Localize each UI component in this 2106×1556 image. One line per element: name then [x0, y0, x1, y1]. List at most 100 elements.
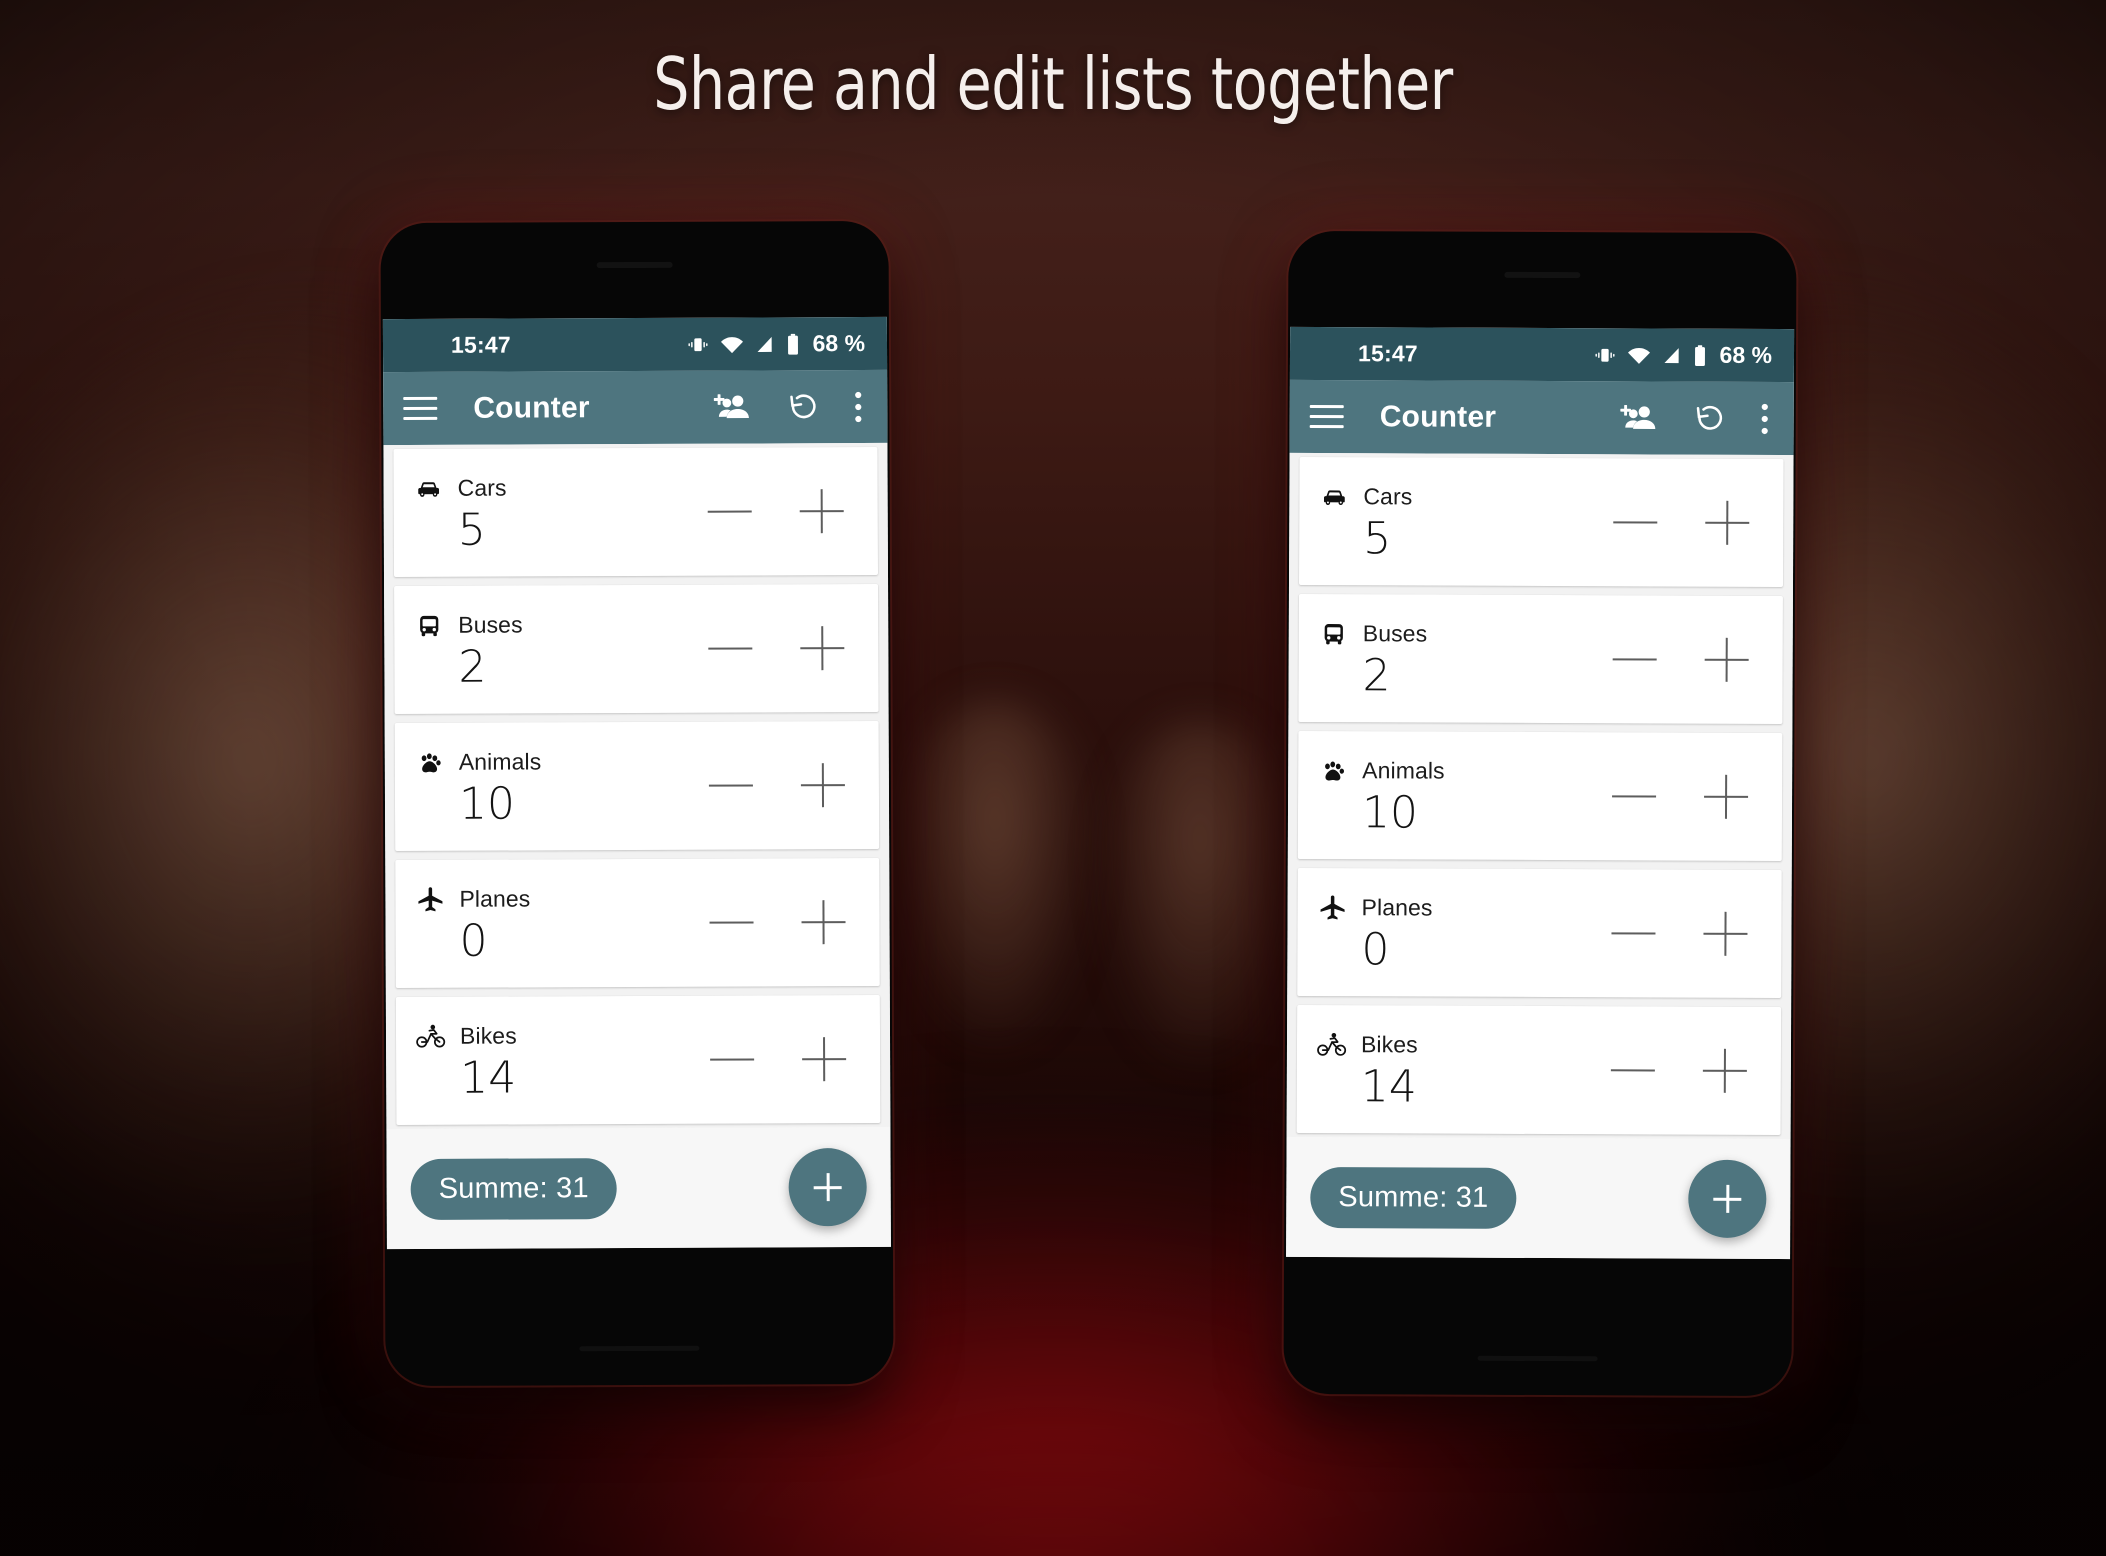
increment-button[interactable]: [798, 487, 846, 535]
decrement-button[interactable]: [1609, 909, 1657, 957]
bus-icon: [1319, 619, 1349, 649]
counter-controls: [707, 761, 861, 810]
counter-heading: Buses: [414, 608, 523, 642]
toolbar-actions: [713, 389, 867, 424]
hamburger-icon[interactable]: [403, 388, 443, 428]
status-bar: 15:47 68 %: [382, 316, 888, 373]
increment-button[interactable]: [1702, 773, 1750, 821]
counter-controls: [1609, 909, 1763, 958]
counter-card[interactable]: Buses 2: [1298, 593, 1783, 725]
increment-button[interactable]: [800, 1035, 848, 1083]
decrement-button[interactable]: [1609, 1046, 1657, 1094]
decrement-button[interactable]: [707, 761, 755, 809]
counter-heading: Bikes: [416, 1019, 517, 1053]
sum-chip[interactable]: Summe: 31: [410, 1157, 617, 1220]
paw-icon: [415, 748, 445, 778]
app-title: Counter: [1379, 399, 1497, 434]
wifi-icon: [1627, 345, 1651, 365]
counter-card[interactable]: Animals 10: [394, 720, 880, 852]
app-toolbar: Counter: [1289, 379, 1794, 456]
increment-button[interactable]: [798, 624, 846, 672]
counter-card[interactable]: Planes 0: [1297, 867, 1782, 999]
decrement-button[interactable]: [706, 487, 754, 535]
counter-label: Bikes: [1360, 1031, 1418, 1058]
counter-card[interactable]: Buses 2: [394, 583, 879, 715]
decrement-button[interactable]: [707, 898, 755, 946]
sum-chip[interactable]: Summe: 31: [1310, 1166, 1517, 1229]
counter-card[interactable]: Bikes 14: [1296, 1004, 1782, 1136]
bottom-bar: Summe: 31: [1286, 1136, 1791, 1260]
add-counter-fab[interactable]: [1688, 1159, 1767, 1238]
decrement-button[interactable]: [708, 1035, 756, 1083]
counter-value: 14: [460, 1052, 517, 1104]
status-icons: 68 %: [1594, 341, 1772, 369]
reset-icon[interactable]: [1694, 402, 1726, 434]
vibrate-icon: [1594, 344, 1616, 366]
counter-label: Buses: [458, 611, 523, 638]
increment-button[interactable]: [799, 761, 847, 809]
counter-list: Cars 5 Buses 2 Animals 10 Planes 0 Bikes…: [383, 442, 891, 1130]
counter-info: Animals 10: [1318, 754, 1445, 839]
counter-card[interactable]: Planes 0: [395, 857, 880, 989]
counter-heading: Animals: [415, 745, 542, 780]
signal-icon: [755, 334, 775, 354]
promo-screenshot: Share and edit lists together 15:47 68 %…: [0, 0, 2106, 1556]
counter-heading: Animals: [1318, 754, 1445, 789]
add-counter-fab[interactable]: [788, 1148, 867, 1227]
phone-left-screen: 15:47 68 % Counter Cars 5 Buses 2 Animal…: [382, 316, 891, 1250]
overflow-menu-icon[interactable]: [853, 390, 863, 424]
counter-card[interactable]: Cars 5: [1298, 456, 1784, 588]
counter-info: Cars 5: [414, 471, 507, 555]
increment-button[interactable]: [1703, 636, 1751, 684]
overflow-menu-icon[interactable]: [1760, 401, 1770, 435]
counter-controls: [1610, 772, 1764, 821]
vibrate-icon: [687, 333, 709, 355]
bus-icon: [414, 611, 444, 641]
counter-info: Bikes 14: [1317, 1028, 1418, 1113]
increment-button[interactable]: [1701, 1047, 1749, 1095]
reset-icon[interactable]: [787, 391, 819, 423]
counter-info: Buses 2: [1318, 617, 1428, 701]
counter-controls: [1609, 1046, 1763, 1095]
toolbar-actions: [1620, 401, 1774, 436]
counter-value: 5: [1363, 512, 1392, 565]
decrement-button[interactable]: [706, 624, 754, 672]
add-person-icon[interactable]: [1620, 402, 1660, 434]
counter-heading: Cars: [1319, 480, 1412, 514]
counter-controls: [707, 898, 861, 947]
car-icon: [1319, 482, 1349, 512]
bike-icon: [1317, 1030, 1347, 1060]
decrement-button[interactable]: [1611, 635, 1659, 683]
counter-info: Bikes 14: [416, 1019, 517, 1104]
counter-label: Animals: [458, 748, 542, 775]
earpiece-speaker: [1504, 271, 1581, 279]
counter-heading: Bikes: [1317, 1028, 1418, 1062]
counter-value: 10: [458, 778, 516, 830]
counter-value: 14: [1360, 1060, 1417, 1113]
decrement-button[interactable]: [1610, 772, 1658, 820]
counter-label: Planes: [459, 885, 531, 912]
counter-controls: [1611, 498, 1765, 547]
add-person-icon[interactable]: [713, 391, 753, 423]
increment-button[interactable]: [1703, 499, 1751, 547]
counter-info: Planes 0: [415, 882, 531, 967]
counter-value: 10: [1361, 786, 1419, 839]
bottom-bar: Summe: 31: [386, 1126, 891, 1250]
counter-label: Cars: [457, 474, 507, 501]
counter-controls: [706, 624, 860, 673]
status-icons: 68 %: [687, 330, 866, 358]
counter-card[interactable]: Animals 10: [1297, 730, 1783, 862]
increment-button[interactable]: [1701, 910, 1749, 958]
counter-label: Buses: [1362, 620, 1428, 647]
earpiece-speaker: [596, 261, 673, 269]
increment-button[interactable]: [799, 898, 847, 946]
hamburger-icon[interactable]: [1309, 396, 1350, 436]
counter-card[interactable]: Bikes 14: [395, 994, 881, 1126]
counter-controls: [1611, 635, 1765, 684]
counter-list: Cars 5 Buses 2 Animals 10 Planes 0 Bikes…: [1286, 452, 1794, 1140]
counter-controls: [708, 1035, 862, 1084]
counter-card[interactable]: Cars 5: [393, 446, 879, 578]
counter-value: 0: [459, 915, 488, 967]
counter-label: Bikes: [459, 1022, 517, 1049]
decrement-button[interactable]: [1611, 498, 1659, 546]
